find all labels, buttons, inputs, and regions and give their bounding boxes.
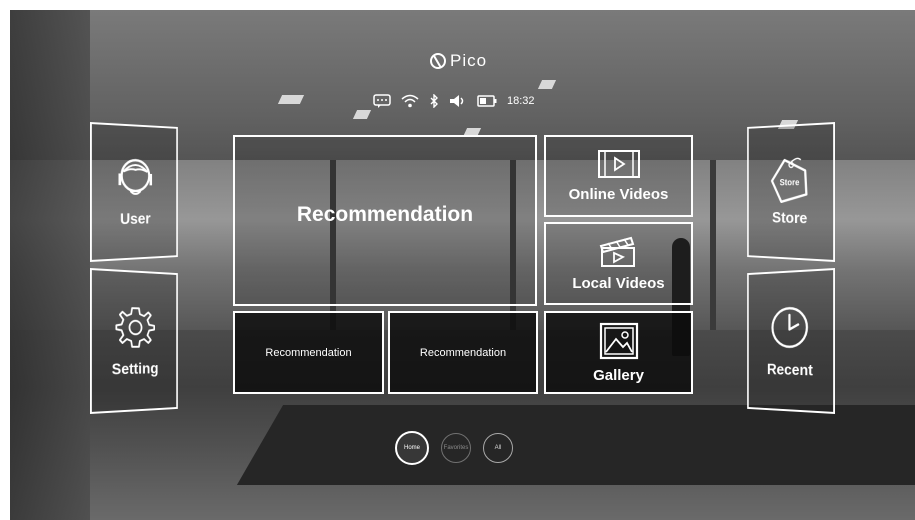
recommendation-featured-tile[interactable]: Recommendation <box>233 135 537 306</box>
play-screen-icon <box>597 149 641 184</box>
pico-logo-icon <box>430 53 446 69</box>
left-wall <box>10 10 90 520</box>
user-icon <box>115 155 156 205</box>
nav-favorites-label: Favorites <box>443 445 469 451</box>
user-panel[interactable]: User <box>90 122 178 262</box>
gallery-tile[interactable]: Gallery <box>544 311 693 394</box>
nav-home-button[interactable]: Home <box>395 431 429 465</box>
featured-label: Recommendation <box>296 202 474 226</box>
store-panel[interactable]: Store Store <box>747 122 835 262</box>
nav-favorites-button[interactable]: Favorites <box>441 433 471 463</box>
recommendation-tile-2-label: Recommendation <box>419 346 507 359</box>
pico-logo: Pico <box>430 50 487 72</box>
nav-all-button[interactable]: All <box>483 433 513 463</box>
wifi-icon <box>401 94 419 108</box>
gallery-label: Gallery <box>593 366 644 384</box>
gear-icon <box>115 303 156 355</box>
picture-icon <box>599 322 639 365</box>
local-videos-label: Local Videos <box>572 274 665 292</box>
recommendation-tile-1[interactable]: Recommendation <box>233 311 384 394</box>
online-videos-tile[interactable]: Online Videos <box>544 135 693 217</box>
local-videos-tile[interactable]: Local Videos <box>544 222 693 305</box>
store-tag-icon: Store <box>768 156 811 205</box>
bluetooth-icon <box>429 94 439 108</box>
recommendation-tile-2[interactable]: Recommendation <box>388 311 538 394</box>
volume-icon <box>449 94 467 108</box>
nav-all-label: All <box>494 445 502 451</box>
battery-icon <box>477 95 497 107</box>
clapperboard-icon <box>598 236 638 273</box>
recent-label: Recent <box>766 361 813 379</box>
window-mullion <box>710 160 716 340</box>
clock-icon <box>768 302 811 356</box>
setting-panel[interactable]: Setting <box>90 268 178 414</box>
logo-text: Pico <box>450 51 488 70</box>
recommendation-tile-1-label: Recommendation <box>265 346 352 359</box>
user-label: User <box>120 210 151 228</box>
ceiling-light <box>277 95 305 104</box>
message-icon <box>373 94 391 108</box>
setting-label: Setting <box>111 360 159 378</box>
recent-panel[interactable]: Recent <box>747 268 835 414</box>
status-bar: 18:32 <box>373 93 535 109</box>
nav-home-label: Home <box>403 445 420 451</box>
store-icon-text: Store <box>779 177 800 188</box>
floor-strip <box>236 405 915 485</box>
online-videos-label: Online Videos <box>568 186 669 203</box>
store-label: Store <box>772 210 808 228</box>
clock-time: 18:32 <box>507 95 535 107</box>
bottom-nav: Home Favorites All <box>395 431 513 465</box>
